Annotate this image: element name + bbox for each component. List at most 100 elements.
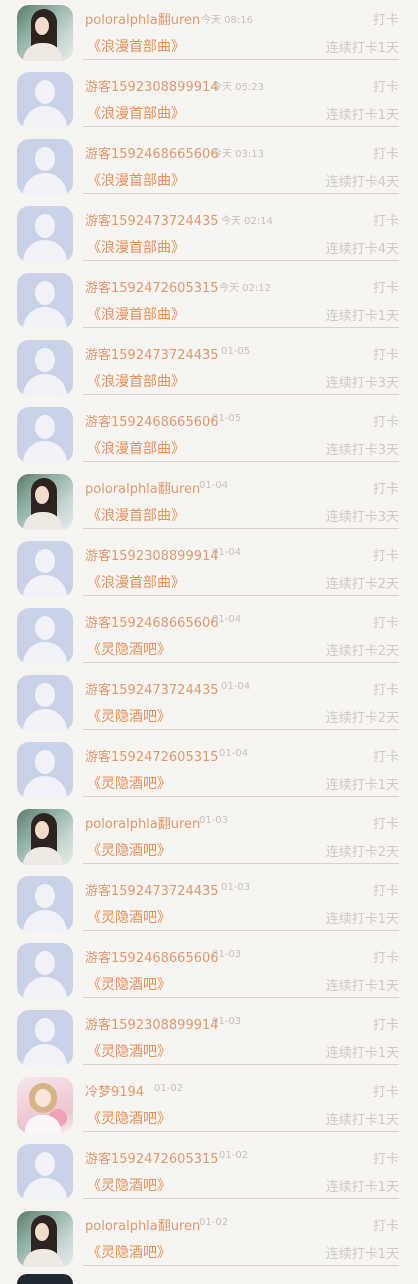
streak-text: 连续打卡3天 xyxy=(325,443,399,458)
avatar[interactable] xyxy=(17,675,73,731)
divider xyxy=(83,327,399,328)
list-item[interactable]: 冷梦9194 01-02 打卡 《灵隐酒吧》 连续打卡1天 xyxy=(0,1072,418,1139)
username[interactable]: 游客1592308899914 xyxy=(85,545,219,564)
avatar[interactable] xyxy=(17,608,73,664)
avatar[interactable] xyxy=(17,72,73,128)
avatar[interactable] xyxy=(17,809,73,865)
track-title[interactable]: 《浪漫首部曲》 xyxy=(87,505,185,525)
checkin-label: 打卡 xyxy=(372,616,399,631)
avatar[interactable] xyxy=(17,742,73,798)
track-title[interactable]: 《浪漫首部曲》 xyxy=(87,36,185,56)
username[interactable]: 游客1592468665606 xyxy=(85,947,219,966)
avatar[interactable] xyxy=(17,1077,73,1133)
username[interactable]: poloralphla翻uren xyxy=(85,478,200,497)
avatar[interactable] xyxy=(17,876,73,932)
list-item[interactable]: 游客1592473724435 今天 02:14 打卡 《浪漫首部曲》 连续打卡… xyxy=(0,201,418,268)
streak-text: 连续打卡1天 xyxy=(325,912,399,927)
track-title[interactable]: 《浪漫首部曲》 xyxy=(87,304,185,324)
track-title[interactable]: 《灵隐酒吧》 xyxy=(87,773,171,793)
checkin-label: 打卡 xyxy=(372,482,399,497)
list-item[interactable]: 游客1592473724435 01-05 打卡 《浪漫首部曲》 连续打卡3天 xyxy=(0,335,418,402)
list-item[interactable]: 游客1592472605315 今天 02:12 打卡 《浪漫首部曲》 连续打卡… xyxy=(0,268,418,335)
list-item[interactable]: poloralphla翻uren 今天 08:16 打卡 《浪漫首部曲》 连续打… xyxy=(0,0,418,67)
track-title[interactable]: 《灵隐酒吧》 xyxy=(87,706,171,726)
list-item[interactable]: 游客1592472605315 01-02 打卡 《灵隐酒吧》 连续打卡1天 xyxy=(0,1139,418,1206)
list-item[interactable]: 游客1592308899914 今天 05:23 打卡 《浪漫首部曲》 连续打卡… xyxy=(0,67,418,134)
track-title[interactable]: 《灵隐酒吧》 xyxy=(87,1041,171,1061)
avatar[interactable] xyxy=(17,1144,73,1200)
list-item[interactable]: 游客1592468665606 01-04 打卡 《灵隐酒吧》 连续打卡2天 xyxy=(0,603,418,670)
username[interactable]: 游客1592472605315 xyxy=(85,746,219,765)
username[interactable]: 游客1592472605315 xyxy=(85,1148,219,1167)
username[interactable]: 游客1592473724435 xyxy=(85,344,219,363)
username[interactable]: 游客1592473724435 xyxy=(85,679,219,698)
list-item[interactable]: 游客1592308899914 01-03 打卡 《灵隐酒吧》 连续打卡1天 xyxy=(0,1005,418,1072)
avatar[interactable] xyxy=(17,206,73,262)
checkin-label: 打卡 xyxy=(372,549,399,564)
track-title[interactable]: 《灵隐酒吧》 xyxy=(87,974,171,994)
divider xyxy=(83,997,399,998)
divider xyxy=(83,1198,399,1199)
checkin-label: 打卡 xyxy=(372,1152,399,1167)
avatar[interactable] xyxy=(17,541,73,597)
avatar[interactable] xyxy=(17,273,73,329)
username[interactable]: 游客1592308899914 xyxy=(85,76,219,95)
track-title[interactable]: 《浪漫首部曲》 xyxy=(87,103,185,123)
track-title[interactable]: 《灵隐酒吧》 xyxy=(87,840,171,860)
avatar[interactable] xyxy=(17,474,73,530)
username[interactable]: poloralphla翻uren xyxy=(85,1215,200,1234)
avatar[interactable] xyxy=(17,340,73,396)
avatar[interactable] xyxy=(17,1010,73,1066)
list-item[interactable]: 游客1592468665606 今天 03:13 打卡 《浪漫首部曲》 连续打卡… xyxy=(0,134,418,201)
list-item[interactable]: 游客1592468665606 01-05 打卡 《浪漫首部曲》 连续打卡3天 xyxy=(0,402,418,469)
list-item[interactable]: 游客1592473724435 01-03 打卡 《灵隐酒吧》 连续打卡1天 xyxy=(0,871,418,938)
list-item[interactable]: 游客1592473724435 01-04 打卡 《灵隐酒吧》 连续打卡2天 xyxy=(0,670,418,737)
avatar[interactable] xyxy=(17,139,73,195)
avatar[interactable] xyxy=(17,407,73,463)
username[interactable]: 游客1592472605315 xyxy=(85,277,219,296)
track-title[interactable]: 《浪漫首部曲》 xyxy=(87,170,185,190)
list-item[interactable]: 游客1592468665606 01-03 打卡 《灵隐酒吧》 连续打卡1天 xyxy=(0,938,418,1005)
list-item[interactable]: 游客1592472605315 01-04 打卡 《灵隐酒吧》 连续打卡1天 xyxy=(0,737,418,804)
streak-text: 连续打卡4天 xyxy=(325,242,399,257)
checkin-time: 01-02 xyxy=(219,1150,249,1161)
track-title[interactable]: 《灵隐酒吧》 xyxy=(87,907,171,927)
username[interactable]: 游客1592473724435 xyxy=(85,880,219,899)
track-title[interactable]: 《灵隐酒吧》 xyxy=(87,1108,171,1128)
avatar[interactable] xyxy=(17,5,73,61)
username[interactable]: 游客1592308899914 xyxy=(85,1014,219,1033)
list-item[interactable]: 游客1592308899914 01-04 打卡 《浪漫首部曲》 连续打卡2天 xyxy=(0,536,418,603)
list-item[interactable]: poloralphla翻uren 01-04 打卡 《浪漫首部曲》 连续打卡3天 xyxy=(0,469,418,536)
username[interactable]: 游客1592473724435 xyxy=(85,210,219,229)
list-item[interactable]: poloralphla翻uren 01-03 打卡 《灵隐酒吧》 连续打卡2天 xyxy=(0,804,418,871)
checkin-label: 打卡 xyxy=(372,147,399,162)
username[interactable]: 游客1592468665606 xyxy=(85,612,219,631)
checkin-label: 打卡 xyxy=(372,80,399,95)
avatar[interactable] xyxy=(17,1211,73,1267)
streak-text: 连续打卡1天 xyxy=(325,309,399,324)
avatar[interactable] xyxy=(17,1274,73,1284)
checkin-label: 打卡 xyxy=(372,750,399,765)
list-item[interactable]: poloralphla翻uren 01-02 打卡 《灵隐酒吧》 连续打卡1天 xyxy=(0,1206,418,1273)
streak-text: 连续打卡1天 xyxy=(325,1247,399,1262)
username[interactable]: 游客1592468665606 xyxy=(85,411,219,430)
checkin-label: 打卡 xyxy=(372,13,399,28)
username[interactable]: 游客1592468665606 xyxy=(85,143,219,162)
track-title[interactable]: 《灵隐酒吧》 xyxy=(87,1175,171,1195)
track-title[interactable]: 《灵隐酒吧》 xyxy=(87,1242,171,1262)
checkin-time: 01-05 xyxy=(212,413,242,424)
checkin-time: 01-03 xyxy=(199,815,229,826)
track-title[interactable]: 《浪漫首部曲》 xyxy=(87,237,185,257)
username[interactable]: 冷梦9194 xyxy=(85,1081,144,1100)
track-title[interactable]: 《浪漫首部曲》 xyxy=(87,438,185,458)
avatar[interactable] xyxy=(17,943,73,999)
track-title[interactable]: 《浪漫首部曲》 xyxy=(87,572,185,592)
checkin-time: 今天 08:16 xyxy=(201,15,253,26)
username[interactable]: poloralphla翻uren xyxy=(85,9,200,28)
divider xyxy=(83,193,399,194)
track-title[interactable]: 《浪漫首部曲》 xyxy=(87,371,185,391)
track-title[interactable]: 《灵隐酒吧》 xyxy=(87,639,171,659)
streak-text: 连续打卡1天 xyxy=(325,41,399,56)
username[interactable]: poloralphla翻uren xyxy=(85,813,200,832)
streak-text: 连续打卡2天 xyxy=(325,711,399,726)
